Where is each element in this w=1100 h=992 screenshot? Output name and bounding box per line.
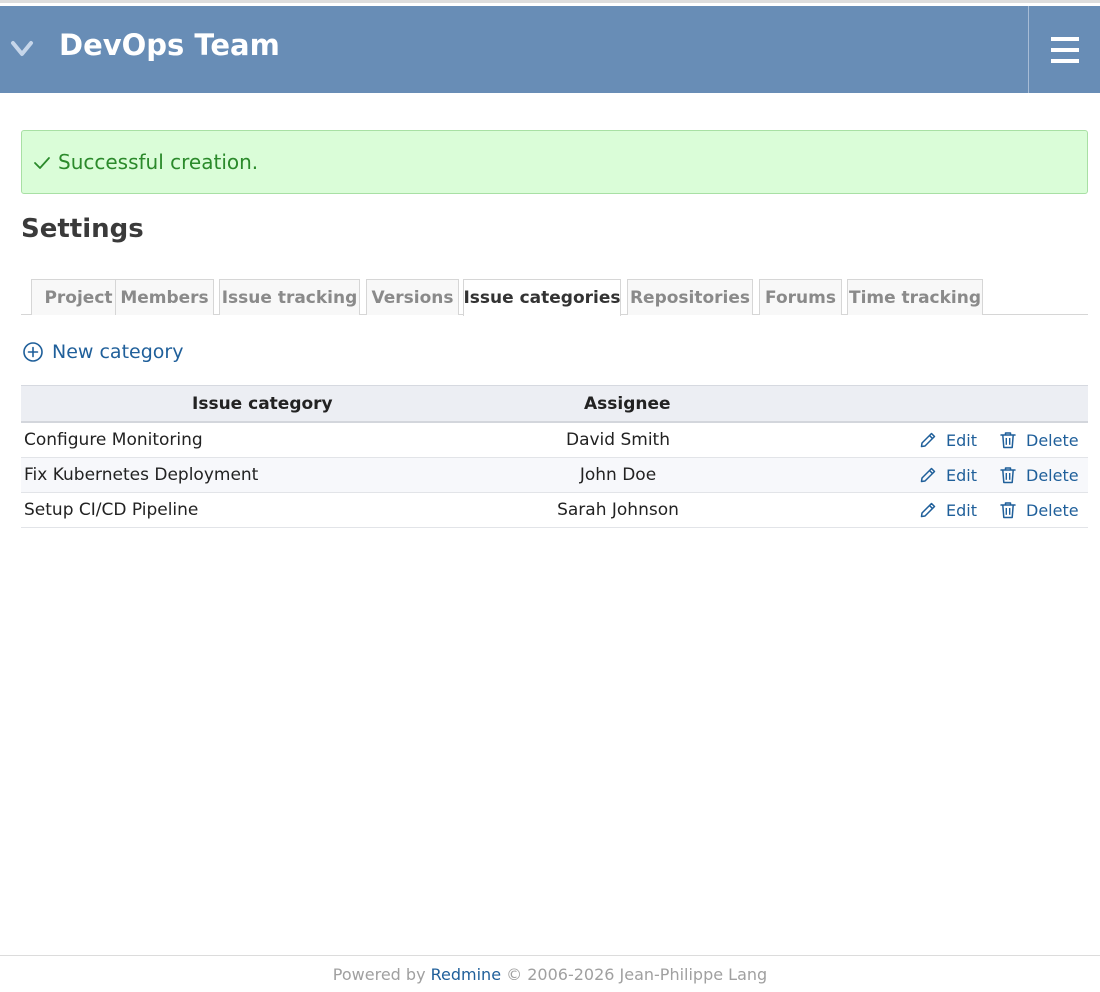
- add-circle-icon: [23, 342, 43, 362]
- new-category-link[interactable]: New category: [22, 341, 183, 363]
- tab-repositories[interactable]: Repositories: [627, 279, 753, 315]
- category-assignee: Sarah Johnson: [557, 500, 679, 520]
- column-header-issue-category[interactable]: Issue category: [192, 394, 333, 414]
- pencil-icon: [920, 502, 936, 518]
- project-title[interactable]: DevOps Team: [59, 27, 280, 63]
- tab-project[interactable]: Project: [31, 279, 126, 315]
- delete-label: Delete: [1026, 465, 1079, 485]
- check-icon: [34, 157, 50, 169]
- table-row: Setup CI/CD Pipeline Sarah Johnson Edit …: [21, 493, 1088, 528]
- tab-members[interactable]: Members: [115, 279, 214, 315]
- column-header-assignee[interactable]: Assignee: [584, 394, 671, 414]
- flash-notice: Successful creation.: [21, 130, 1088, 194]
- tab-versions[interactable]: Versions: [366, 279, 459, 315]
- delete-label: Delete: [1026, 500, 1079, 520]
- settings-tabs: Project Members Issue tracking Versions …: [21, 279, 1088, 316]
- pencil-icon: [920, 432, 936, 448]
- edit-button[interactable]: Edit: [918, 430, 977, 450]
- trash-icon: [1000, 467, 1016, 484]
- edit-label: Edit: [946, 465, 977, 485]
- delete-button[interactable]: Delete: [998, 465, 1079, 485]
- chevron-down-icon[interactable]: [8, 34, 36, 62]
- flash-message: Successful creation.: [58, 150, 259, 174]
- app-frame: DevOps Team Successful creation. Setting…: [0, 0, 1100, 992]
- delete-button[interactable]: Delete: [998, 430, 1079, 450]
- trash-icon: [1000, 432, 1016, 449]
- project-header: DevOps Team: [0, 6, 1100, 93]
- redmine-link[interactable]: Redmine: [431, 965, 501, 984]
- tab-forums[interactable]: Forums: [759, 279, 842, 315]
- edit-label: Edit: [946, 500, 977, 520]
- new-category-label: New category: [52, 341, 184, 363]
- table-row: Configure Monitoring David Smith Edit De…: [21, 423, 1088, 458]
- footer-suffix: © 2006-2026 Jean-Philippe Lang: [501, 965, 768, 984]
- table-header: Issue category Assignee: [21, 385, 1088, 423]
- category-assignee: John Doe: [579, 465, 657, 485]
- edit-label: Edit: [946, 430, 977, 450]
- issue-categories-table: Issue category Assignee Configure Monito…: [21, 385, 1088, 528]
- pencil-icon: [920, 467, 936, 483]
- hamburger-icon[interactable]: [1028, 6, 1100, 93]
- footer-prefix: Powered by: [332, 965, 431, 984]
- table-row: Fix Kubernetes Deployment John Doe Edit …: [21, 458, 1088, 493]
- page-title: Settings: [21, 214, 144, 244]
- trash-icon: [1000, 502, 1016, 519]
- category-name: Configure Monitoring: [24, 430, 203, 450]
- category-name: Fix Kubernetes Deployment: [24, 465, 259, 485]
- tab-issue-tracking[interactable]: Issue tracking: [219, 279, 360, 315]
- category-name: Setup CI/CD Pipeline: [24, 500, 199, 520]
- delete-button[interactable]: Delete: [998, 500, 1079, 520]
- tab-time-tracking[interactable]: Time tracking: [847, 279, 983, 315]
- delete-label: Delete: [1026, 430, 1079, 450]
- edit-button[interactable]: Edit: [918, 500, 977, 520]
- edit-button[interactable]: Edit: [918, 465, 977, 485]
- category-assignee: David Smith: [565, 430, 671, 450]
- page-footer: Powered by Redmine © 2006-2026 Jean-Phil…: [0, 955, 1100, 992]
- tab-issue-categories[interactable]: Issue categories: [463, 279, 621, 316]
